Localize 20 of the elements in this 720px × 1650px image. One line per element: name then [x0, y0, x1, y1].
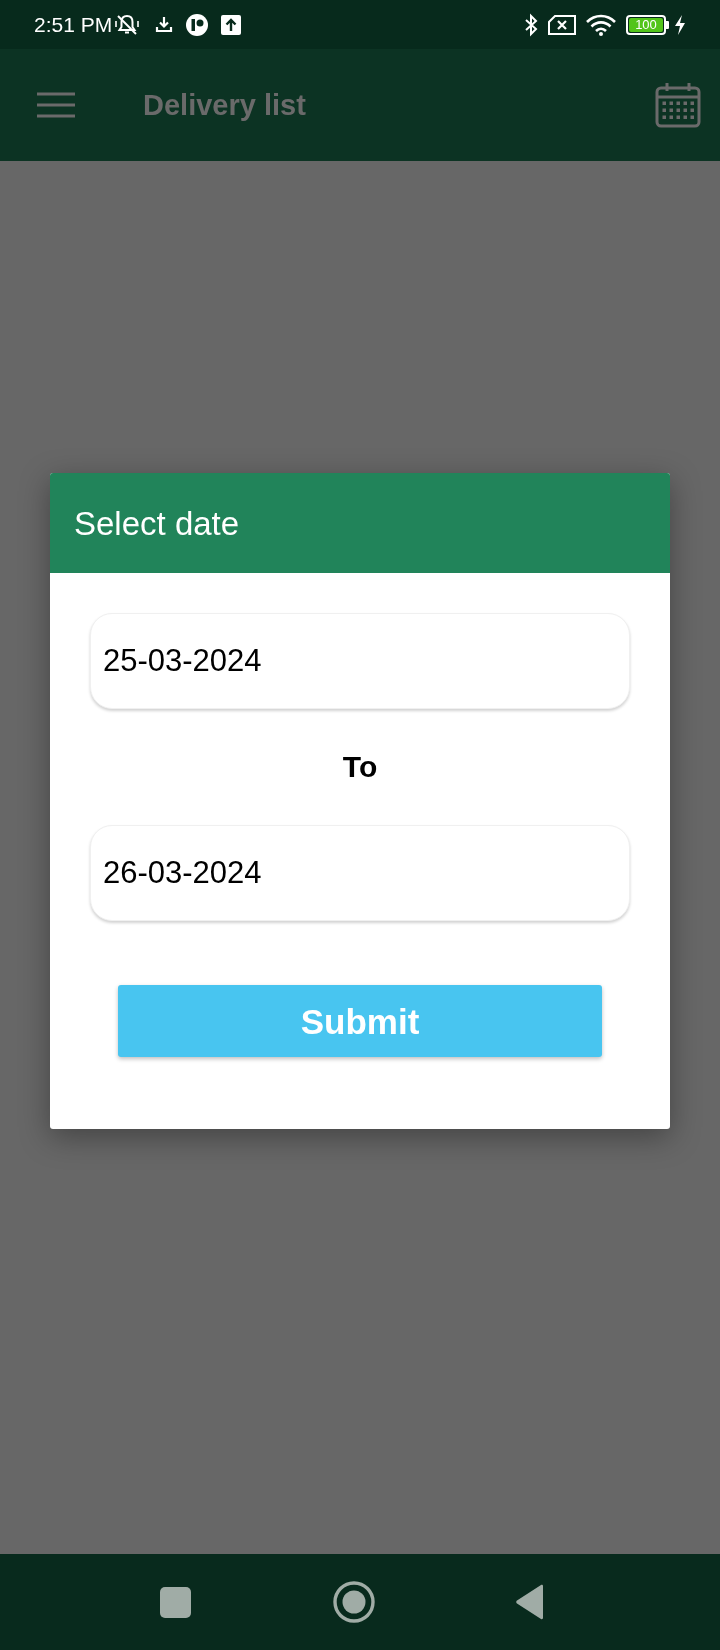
to-label: To [342, 752, 378, 782]
bluetooth-icon [524, 12, 538, 37]
home-icon[interactable] [332, 1581, 375, 1623]
app-bar-title: Delivery list [143, 90, 306, 120]
wifi-icon [586, 13, 616, 36]
square-nav-icon[interactable] [159, 1586, 191, 1618]
card-x-icon [548, 14, 576, 35]
dialog-title: Select date [74, 506, 240, 540]
menu-icon[interactable] [37, 92, 75, 118]
status-time: 2:51 PM [34, 14, 113, 35]
calendar-icon[interactable] [655, 82, 701, 128]
to-date-field[interactable]: 26-03-2024 [90, 825, 630, 921]
from-date-field[interactable]: 25-03-2024 [90, 613, 630, 709]
download-icon [154, 14, 175, 35]
upload-icon [221, 14, 242, 35]
charging-bolt-icon [674, 14, 686, 35]
battery-indicator: 100 [626, 14, 669, 35]
round-logo-icon [186, 13, 209, 36]
muted-bell-icon [114, 12, 141, 37]
back-icon[interactable] [514, 1584, 545, 1620]
